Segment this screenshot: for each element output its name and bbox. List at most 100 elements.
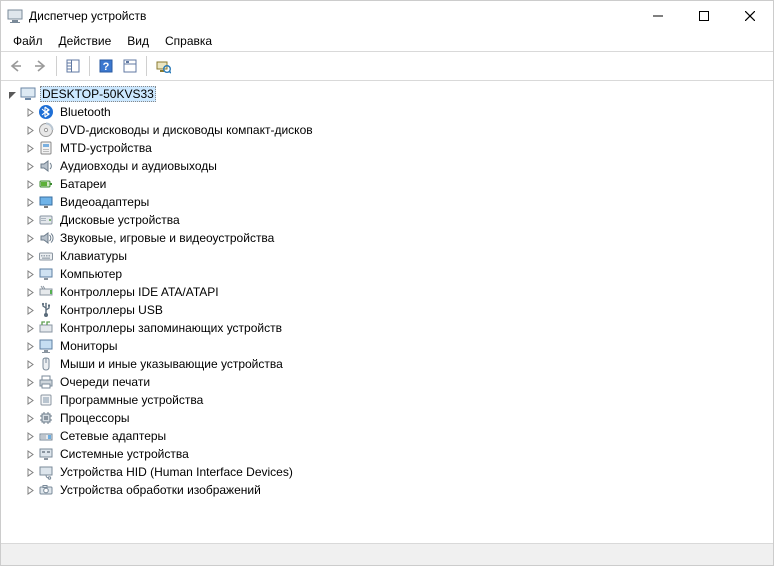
expander-closed-icon[interactable] xyxy=(23,339,38,354)
tree-category[interactable]: Звуковые, игровые и видеоустройства xyxy=(3,229,771,247)
toolbar-help-button[interactable]: ? xyxy=(95,55,117,77)
keyboard-icon xyxy=(38,248,54,264)
tree-category[interactable]: Очереди печати xyxy=(3,373,771,391)
tree-category-label: Программные устройства xyxy=(58,392,205,408)
expander-closed-icon[interactable] xyxy=(23,123,38,138)
tree-category[interactable]: Bluetooth xyxy=(3,103,771,121)
computer-icon xyxy=(38,266,54,282)
tree-category[interactable]: MTD-устройства xyxy=(3,139,771,157)
tree-category-label: Видеоадаптеры xyxy=(58,194,151,210)
tree-category-label: Батареи xyxy=(58,176,108,192)
computer-icon xyxy=(20,86,36,102)
tree-category-label: Очереди печати xyxy=(58,374,152,390)
tree-category-label: Мыши и иные указывающие устройства xyxy=(58,356,285,372)
tree-category[interactable]: Дисковые устройства xyxy=(3,211,771,229)
tree-category-label: Мониторы xyxy=(58,338,119,354)
tree-category-label: Процессоры xyxy=(58,410,132,426)
expander-closed-icon[interactable] xyxy=(23,213,38,228)
window-title: Диспетчер устройств xyxy=(29,9,635,23)
tree-category[interactable]: Компьютер xyxy=(3,265,771,283)
mouse-icon xyxy=(38,356,54,372)
toolbar-show-hide-tree-button[interactable] xyxy=(62,55,84,77)
tree-category[interactable]: Клавиатуры xyxy=(3,247,771,265)
imaging-icon xyxy=(38,482,54,498)
expander-closed-icon[interactable] xyxy=(23,285,38,300)
network-icon xyxy=(38,428,54,444)
toolbar-forward-button[interactable] xyxy=(29,55,51,77)
tree-category-label: Устройства HID (Human Interface Devices) xyxy=(58,464,295,480)
display-icon xyxy=(38,194,54,210)
expander-closed-icon[interactable] xyxy=(23,357,38,372)
tree-category[interactable]: Программные устройства xyxy=(3,391,771,409)
tree-category-label: Bluetooth xyxy=(58,104,113,120)
toolbar-separator xyxy=(89,56,90,76)
expander-closed-icon[interactable] xyxy=(23,393,38,408)
close-button[interactable] xyxy=(727,1,773,31)
tree-category-label: Звуковые, игровые и видеоустройства xyxy=(58,230,276,246)
bluetooth-icon xyxy=(38,104,54,120)
toolbar-properties-button[interactable] xyxy=(119,55,141,77)
expander-closed-icon[interactable] xyxy=(23,141,38,156)
expander-closed-icon[interactable] xyxy=(23,267,38,282)
menu-action[interactable]: Действие xyxy=(51,32,120,50)
tree-category-label: Контроллеры IDE ATA/ATAPI xyxy=(58,284,221,300)
svg-text:?: ? xyxy=(103,61,110,73)
expander-closed-icon[interactable] xyxy=(23,303,38,318)
expander-closed-icon[interactable] xyxy=(23,465,38,480)
expander-closed-icon[interactable] xyxy=(23,249,38,264)
tree-category[interactable]: Контроллеры запоминающих устройств xyxy=(3,319,771,337)
hid-icon xyxy=(38,464,54,480)
tree-category[interactable]: DVD-дисководы и дисководы компакт-дисков xyxy=(3,121,771,139)
tree-category[interactable]: Видеоадаптеры xyxy=(3,193,771,211)
expander-open-icon[interactable] xyxy=(5,87,20,102)
tree-category[interactable]: Системные устройства xyxy=(3,445,771,463)
tree-category[interactable]: Устройства обработки изображений xyxy=(3,481,771,499)
device-tree[interactable]: DESKTOP-50KVS33 BluetoothDVD-дисководы и… xyxy=(1,81,773,543)
tree-category[interactable]: Процессоры xyxy=(3,409,771,427)
tree-category-label: Сетевые адаптеры xyxy=(58,428,168,444)
tree-category[interactable]: Мониторы xyxy=(3,337,771,355)
minimize-button[interactable] xyxy=(635,1,681,31)
menu-help[interactable]: Справка xyxy=(157,32,220,50)
disk-icon xyxy=(38,212,54,228)
toolbar-scan-hardware-button[interactable] xyxy=(152,55,174,77)
expander-closed-icon[interactable] xyxy=(23,195,38,210)
expander-closed-icon[interactable] xyxy=(23,375,38,390)
tree-category-label: Устройства обработки изображений xyxy=(58,482,263,498)
tree-category-label: Клавиатуры xyxy=(58,248,129,264)
expander-closed-icon[interactable] xyxy=(23,447,38,462)
tree-category[interactable]: Контроллеры IDE ATA/ATAPI xyxy=(3,283,771,301)
tree-category[interactable]: Сетевые адаптеры xyxy=(3,427,771,445)
tree-category-label: Системные устройства xyxy=(58,446,191,462)
expander-closed-icon[interactable] xyxy=(23,321,38,336)
expander-closed-icon[interactable] xyxy=(23,105,38,120)
expander-closed-icon[interactable] xyxy=(23,231,38,246)
statusbar xyxy=(1,543,773,565)
tree-category[interactable]: Устройства HID (Human Interface Devices) xyxy=(3,463,771,481)
tree-root[interactable]: DESKTOP-50KVS33 xyxy=(3,85,771,103)
dvd-icon xyxy=(38,122,54,138)
expander-closed-icon[interactable] xyxy=(23,429,38,444)
expander-closed-icon[interactable] xyxy=(23,177,38,192)
tree-category[interactable]: Батареи xyxy=(3,175,771,193)
tree-category[interactable]: Мыши и иные указывающие устройства xyxy=(3,355,771,373)
menu-file[interactable]: Файл xyxy=(5,32,51,50)
tree-category-label: Аудиовходы и аудиовыходы xyxy=(58,158,219,174)
expander-closed-icon[interactable] xyxy=(23,483,38,498)
tree-category[interactable]: Контроллеры USB xyxy=(3,301,771,319)
toolbar-back-button[interactable] xyxy=(5,55,27,77)
menu-view[interactable]: Вид xyxy=(119,32,157,50)
tree-category[interactable]: Аудиовходы и аудиовыходы xyxy=(3,157,771,175)
expander-closed-icon[interactable] xyxy=(23,159,38,174)
maximize-button[interactable] xyxy=(681,1,727,31)
usb-icon xyxy=(38,302,54,318)
toolbar: ? xyxy=(1,51,773,81)
tree-category-label: MTD-устройства xyxy=(58,140,154,156)
tree-category-label: Контроллеры запоминающих устройств xyxy=(58,320,284,336)
window: Диспетчер устройств Файл Действие Вид Сп… xyxy=(0,0,774,566)
ide-icon xyxy=(38,284,54,300)
expander-closed-icon[interactable] xyxy=(23,411,38,426)
printer-icon xyxy=(38,374,54,390)
cpu-icon xyxy=(38,410,54,426)
system-icon xyxy=(38,446,54,462)
